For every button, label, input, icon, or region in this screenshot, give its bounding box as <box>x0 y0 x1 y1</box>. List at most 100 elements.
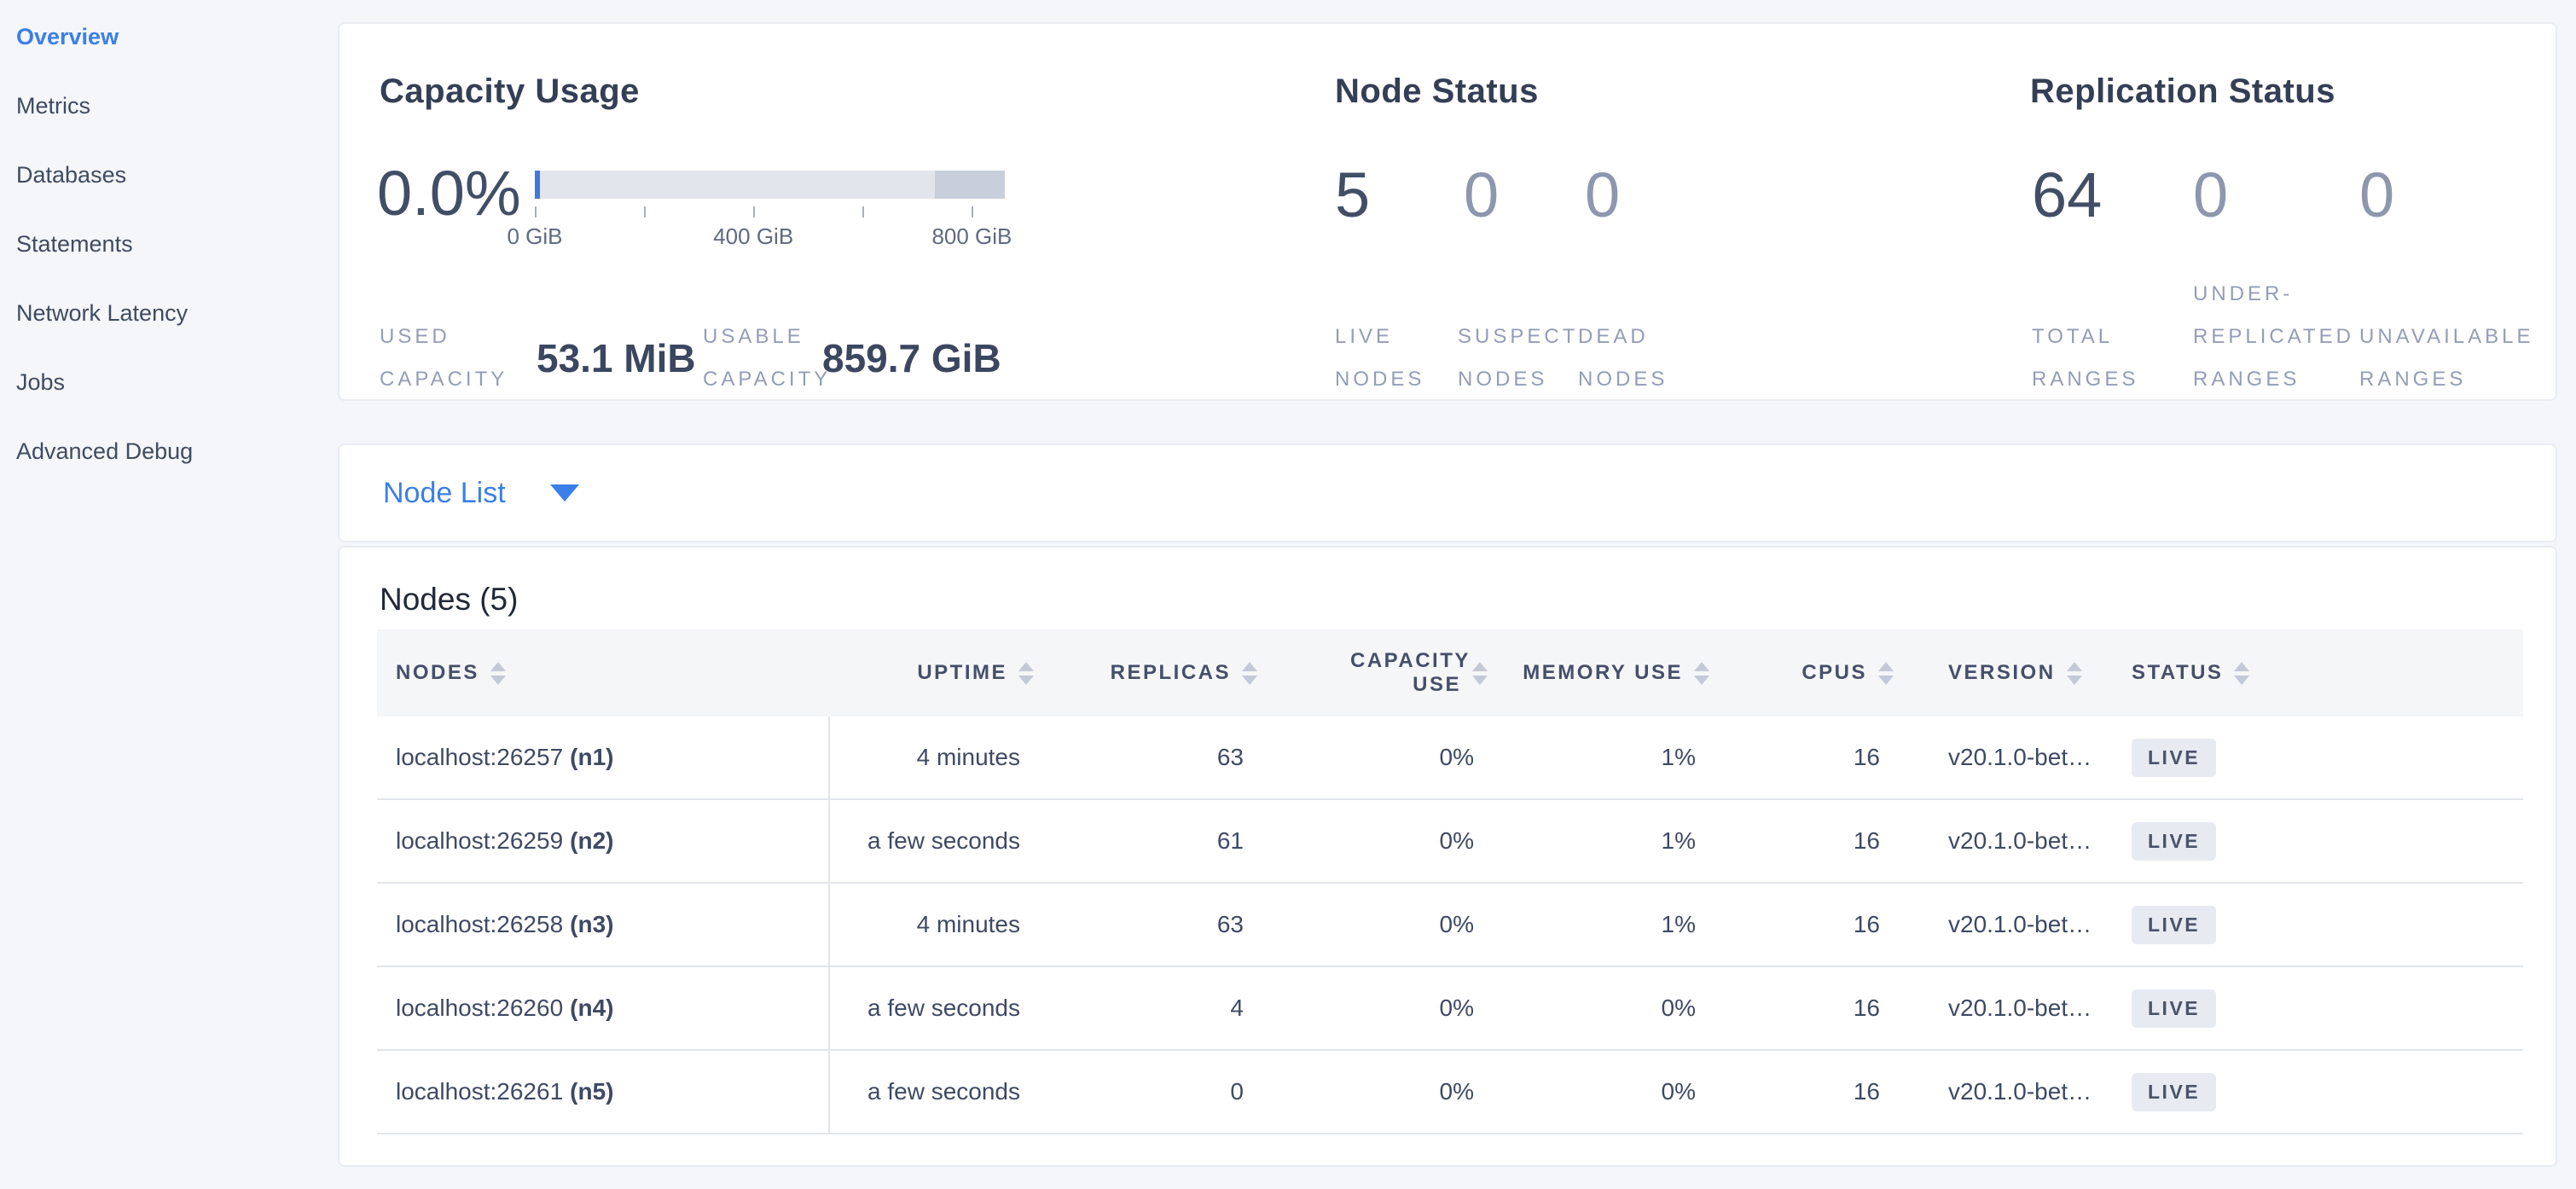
node-memory-use: 1% <box>1488 800 1709 882</box>
gauge-tick-label: 400 GiB <box>713 223 793 250</box>
node-memory-use: 0% <box>1488 967 1709 1049</box>
node-replicas: 63 <box>1034 884 1257 966</box>
column-header-uptime[interactable]: UPTIME <box>830 629 1034 716</box>
column-header-memory-use[interactable]: MEMORY USE <box>1488 629 1709 716</box>
node-address: localhost:26257(n1) <box>377 716 830 798</box>
status-badge: LIVE <box>2132 822 2216 861</box>
node-memory-use: 0% <box>1488 1051 1709 1133</box>
sort-icon <box>490 662 506 685</box>
node-address: localhost:26259(n2) <box>377 800 830 882</box>
unavailable-ranges-label: UNAVAILABLE RANGES <box>2359 316 2564 401</box>
sort-icon <box>1694 662 1709 685</box>
node-capacity-use: 0% <box>1257 716 1488 798</box>
chevron-down-icon <box>550 484 579 502</box>
node-address: localhost:26261(n5) <box>377 1051 830 1133</box>
gauge-tick <box>644 206 646 218</box>
node-version: v20.1.0-bet… <box>1894 800 2109 882</box>
gauge-tick <box>972 206 973 218</box>
under-replicated-ranges-label: UNDER-REPLICATED RANGES <box>2193 273 2381 401</box>
column-header-replicas[interactable]: REPLICAS <box>1034 629 1257 716</box>
sort-icon <box>1472 662 1488 685</box>
node-address: localhost:26260(n4) <box>377 967 830 1049</box>
node-replicas: 63 <box>1034 716 1257 798</box>
cluster-summary-card: Capacity Usage 0.0% 0 GiB 400 GiB 800 Gi… <box>338 22 2557 401</box>
replication-status-title: Replication Status <box>2030 72 2335 111</box>
node-list-dropdown[interactable]: Node List <box>383 477 579 510</box>
sidebar-item-metrics[interactable]: Metrics <box>16 93 338 162</box>
sort-icon <box>1878 662 1894 685</box>
table-row-node-5[interactable]: localhost:26261(n5) a few seconds 0 0% 0… <box>377 1051 2523 1134</box>
sort-icon <box>1242 662 1257 685</box>
status-badge: LIVE <box>2132 739 2216 777</box>
node-cpus: 16 <box>1709 716 1894 798</box>
dead-nodes-count: 0 <box>1585 159 1620 231</box>
gauge-tick-label: 800 GiB <box>931 223 1012 250</box>
overview-page: Overview Metrics Databases Statements Ne… <box>0 0 2576 1189</box>
node-status-cell: LIVE <box>2109 1051 2523 1133</box>
sidebar-item-statements[interactable]: Statements <box>16 231 338 300</box>
usable-capacity-value: 859.7 GiB <box>822 316 1001 401</box>
node-cpus: 16 <box>1709 800 1894 882</box>
sort-icon <box>1018 662 1034 685</box>
capacity-gauge: 0 GiB 400 GiB 800 GiB <box>535 171 1005 273</box>
node-status-cell: LIVE <box>2109 800 2523 882</box>
total-ranges-label: TOTAL RANGES <box>2032 316 2160 401</box>
node-status-cell: LIVE <box>2109 716 2523 798</box>
column-header-status[interactable]: STATUS <box>2109 629 2523 716</box>
column-header-capacity-use[interactable]: CAPACITY USE <box>1257 629 1488 716</box>
table-row-node-4[interactable]: localhost:26260(n4) a few seconds 4 0% 0… <box>377 967 2523 1051</box>
table-row-node-1[interactable]: localhost:26257(n1) 4 minutes 63 0% 1% 1… <box>377 716 2523 800</box>
used-capacity-value: 53.1 MiB <box>537 316 696 401</box>
table-header-row: NODES UPTIME REPLICAS CAPACITY USE MEMOR… <box>377 629 2523 716</box>
gauge-tick-label: 0 GiB <box>507 223 562 250</box>
node-status-title: Node Status <box>1335 72 1539 111</box>
node-uptime: a few seconds <box>830 967 1034 1049</box>
node-replicas: 4 <box>1034 967 1257 1049</box>
status-badge: LIVE <box>2132 989 2216 1028</box>
node-status-cell: LIVE <box>2109 884 2523 966</box>
live-nodes-count: 5 <box>1335 159 1370 231</box>
sidebar-item-databases[interactable]: Databases <box>16 162 338 231</box>
sort-icon <box>2234 662 2249 685</box>
column-header-version[interactable]: VERSION <box>1894 629 2109 716</box>
gauge-used-marker <box>535 171 540 199</box>
dead-nodes-label: DEAD NODES <box>1578 316 1697 401</box>
live-nodes-label: LIVE NODES <box>1335 316 1454 401</box>
node-uptime: a few seconds <box>830 1051 1034 1133</box>
node-cpus: 16 <box>1709 1051 1894 1133</box>
node-version: v20.1.0-bet… <box>1894 716 2109 798</box>
node-capacity-use: 0% <box>1257 800 1488 882</box>
nodes-card: Nodes (5) NODES UPTIME REPLICAS CAPACITY… <box>338 546 2557 1167</box>
sidebar-item-overview[interactable]: Overview <box>16 24 338 93</box>
suspect-nodes-label: SUSPECT NODES <box>1458 316 1594 401</box>
sort-icon <box>2067 662 2082 685</box>
under-replicated-ranges-count: 0 <box>2193 159 2228 231</box>
table-row-node-2[interactable]: localhost:26259(n2) a few seconds 61 0% … <box>377 800 2523 884</box>
sidebar-item-network-latency[interactable]: Network Latency <box>16 300 338 369</box>
gauge-nonusable-segment <box>935 171 1005 199</box>
sidebar-item-advanced-debug[interactable]: Advanced Debug <box>16 438 338 508</box>
node-status-cell: LIVE <box>2109 967 2523 1049</box>
column-header-cpus[interactable]: CPUS <box>1709 629 1894 716</box>
table-row-node-3[interactable]: localhost:26258(n3) 4 minutes 63 0% 1% 1… <box>377 884 2523 967</box>
sidebar-item-jobs[interactable]: Jobs <box>16 369 338 438</box>
node-list-bar: Node List <box>338 444 2557 542</box>
status-badge: LIVE <box>2132 1073 2216 1111</box>
node-version: v20.1.0-bet… <box>1894 1051 2109 1133</box>
node-memory-use: 1% <box>1488 884 1709 966</box>
gauge-tick <box>753 206 755 218</box>
nodes-table: NODES UPTIME REPLICAS CAPACITY USE MEMOR… <box>377 629 2523 1134</box>
node-version: v20.1.0-bet… <box>1894 884 2109 966</box>
node-uptime: 4 minutes <box>830 884 1034 966</box>
node-cpus: 16 <box>1709 967 1894 1049</box>
used-capacity-label: USED CAPACITY <box>380 316 516 401</box>
node-capacity-use: 0% <box>1257 967 1488 1049</box>
node-list-label: Node List <box>383 477 506 510</box>
node-version: v20.1.0-bet… <box>1894 967 2109 1049</box>
node-capacity-use: 0% <box>1257 884 1488 966</box>
capacity-usage-title: Capacity Usage <box>380 72 640 111</box>
column-header-nodes[interactable]: NODES <box>377 629 830 716</box>
nodes-table-title: Nodes (5) <box>380 582 518 618</box>
node-memory-use: 1% <box>1488 716 1709 798</box>
total-ranges-count: 64 <box>2032 159 2102 231</box>
